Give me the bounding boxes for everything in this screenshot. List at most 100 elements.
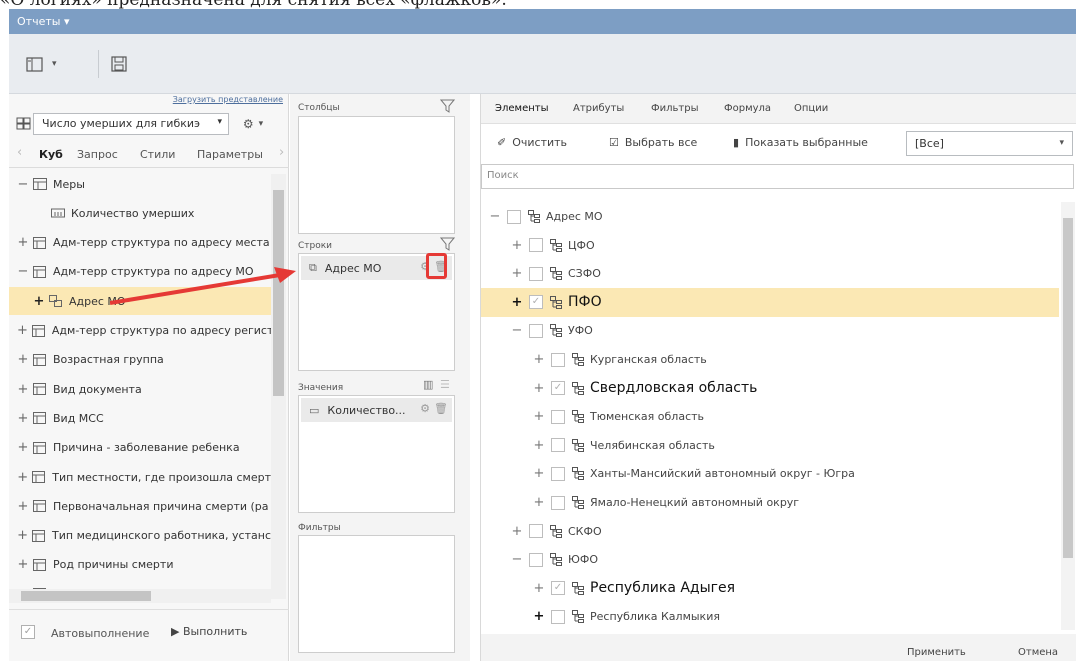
settings-icon[interactable]: ⚙ — [420, 402, 430, 415]
tabs-next-icon[interactable]: › — [279, 145, 284, 160]
tree-item[interactable]: + Род причины смерти — [9, 551, 271, 579]
expand-icon[interactable]: + — [533, 438, 545, 453]
member-item[interactable]: + СЗФО — [481, 259, 1059, 288]
member-checkbox[interactable] — [551, 352, 565, 367]
tab-attributes[interactable]: Атрибуты — [573, 103, 624, 114]
expand-icon[interactable]: + — [511, 266, 523, 281]
member-item[interactable]: − Адрес МО — [481, 202, 1059, 231]
expand-icon[interactable]: + — [33, 294, 45, 309]
member-checkbox[interactable]: ✓ — [551, 581, 565, 596]
tree-item[interactable]: Количество умерших — [9, 199, 271, 227]
tree-item[interactable]: + Причина - заболевание ребенка — [9, 434, 271, 462]
member-tree-vscrollbar[interactable] — [1061, 202, 1075, 630]
expand-icon[interactable]: + — [17, 411, 29, 426]
collapse-icon[interactable]: − — [511, 552, 523, 567]
member-checkbox[interactable]: ✓ — [551, 381, 565, 396]
cube-settings-button[interactable]: ⚙ ▾ — [235, 113, 271, 135]
tree-item[interactable]: + Первоначальная причина смерти (ра — [9, 492, 271, 520]
expand-icon[interactable]: + — [17, 528, 28, 543]
columns-layout-icon[interactable]: ▥ — [423, 378, 433, 391]
collapse-icon[interactable]: − — [17, 177, 29, 192]
member-checkbox[interactable] — [551, 609, 565, 624]
filter-icon[interactable] — [440, 99, 455, 113]
member-checkbox[interactable] — [529, 238, 543, 253]
tab-query[interactable]: Запрос — [77, 148, 118, 161]
member-checkbox[interactable] — [551, 409, 565, 424]
rows-layout-icon[interactable]: ☰ — [440, 378, 450, 391]
tree-item[interactable]: + Тип медицинского работника, устанс — [9, 522, 271, 550]
member-filter-select[interactable]: [Все] ▾ — [906, 131, 1073, 156]
member-item[interactable]: + ЦФО — [481, 231, 1059, 260]
tab-filters[interactable]: Фильтры — [651, 103, 698, 114]
member-item[interactable]: + ✓ Республика Адыгея — [481, 574, 1059, 603]
expand-icon[interactable]: + — [17, 557, 29, 572]
reports-menu[interactable]: Отчеты ▾ — [17, 15, 69, 28]
expand-icon[interactable]: + — [533, 381, 545, 396]
apply-button[interactable]: Применить — [907, 647, 966, 658]
member-item[interactable]: + Курганская область — [481, 345, 1059, 374]
cube-tree-hscrollbar[interactable] — [9, 589, 271, 603]
expand-icon[interactable]: + — [533, 466, 545, 481]
tab-elements[interactable]: Элементы — [495, 103, 548, 114]
member-item[interactable]: + ✓ ПФО — [481, 287, 1059, 317]
save-button[interactable] — [111, 52, 127, 76]
tab-cube[interactable]: Куб — [39, 148, 63, 161]
tab-formula[interactable]: Формула — [724, 103, 771, 114]
cancel-button[interactable]: Отмена — [1018, 647, 1058, 658]
clear-button[interactable]: ✐ Очистить — [497, 136, 567, 149]
collapse-icon[interactable]: − — [511, 323, 523, 338]
member-checkbox[interactable] — [551, 438, 565, 453]
member-item[interactable]: − УФО — [481, 316, 1059, 345]
tabs-prev-icon[interactable]: ‹ — [17, 145, 22, 160]
filter-icon[interactable] — [440, 237, 455, 251]
expand-icon[interactable]: + — [17, 499, 29, 514]
values-chip-count[interactable]: ▭ Количество... ⚙ 🗑 — [301, 398, 452, 422]
member-checkbox[interactable] — [529, 552, 543, 567]
tree-item[interactable]: − Меры — [9, 170, 271, 198]
member-checkbox[interactable] — [529, 524, 543, 539]
expand-icon[interactable]: + — [17, 352, 29, 367]
collapse-icon[interactable]: − — [489, 209, 501, 224]
columns-zone[interactable] — [298, 116, 455, 234]
member-checkbox[interactable] — [507, 209, 521, 224]
expand-icon[interactable]: + — [17, 470, 28, 485]
autorun-checkbox[interactable]: ✓ — [21, 625, 35, 639]
member-checkbox[interactable] — [529, 266, 543, 281]
expand-icon[interactable]: + — [511, 524, 523, 539]
layout-button[interactable]: ▾ — [26, 52, 57, 76]
member-item[interactable]: + Челябинская область — [481, 431, 1059, 460]
expand-icon[interactable]: + — [511, 238, 523, 253]
tab-styles[interactable]: Стили — [140, 148, 175, 161]
expand-icon[interactable]: + — [17, 235, 29, 250]
tree-item[interactable]: + Вид МСС — [9, 404, 271, 432]
expand-icon[interactable]: + — [17, 323, 28, 338]
collapse-icon[interactable]: − — [17, 264, 29, 279]
tree-item[interactable]: + Тип местности, где произошла смерт — [9, 463, 271, 491]
cube-select[interactable]: Число умерших для гибкиэ ▾ — [33, 113, 229, 135]
tree-item[interactable]: + Вид документа — [9, 375, 271, 403]
member-search-input[interactable]: Поиск — [481, 164, 1074, 189]
member-checkbox[interactable]: ✓ — [529, 295, 543, 310]
expand-icon[interactable]: + — [17, 382, 29, 397]
expand-icon[interactable]: + — [533, 409, 545, 424]
load-view-link[interactable]: Загрузить представление — [173, 95, 283, 104]
cube-tree-vscrollbar[interactable] — [271, 174, 286, 599]
select-all-button[interactable]: ☑ Выбрать все — [609, 136, 697, 149]
tree-item[interactable]: + Адм-терр структура по адресу регист — [9, 317, 271, 345]
member-item[interactable]: − ЮФО — [481, 545, 1059, 574]
member-item[interactable]: + Тюменская область — [481, 402, 1059, 431]
trash-icon[interactable]: 🗑 — [434, 402, 448, 415]
run-button[interactable]: ▶ Выполнить — [171, 625, 247, 638]
member-item[interactable]: + Ямало-Ненецкий автономный округ — [481, 488, 1059, 517]
expand-icon[interactable]: + — [533, 609, 545, 624]
tree-item[interactable]: + Возрастная группа — [9, 346, 271, 374]
member-item[interactable]: + Ханты-Мансийский автономный округ - Югр… — [481, 459, 1059, 488]
expand-icon[interactable]: + — [511, 295, 523, 310]
expand-icon[interactable]: + — [533, 495, 545, 510]
member-item[interactable]: + Республика Калмыкия — [481, 602, 1059, 630]
expand-icon[interactable]: + — [533, 581, 545, 596]
scroll-thumb[interactable] — [21, 591, 151, 601]
member-item[interactable]: + ✓ Свердловская область — [481, 374, 1059, 403]
expand-icon[interactable]: + — [17, 440, 29, 455]
tab-parameters[interactable]: Параметры — [197, 148, 263, 161]
